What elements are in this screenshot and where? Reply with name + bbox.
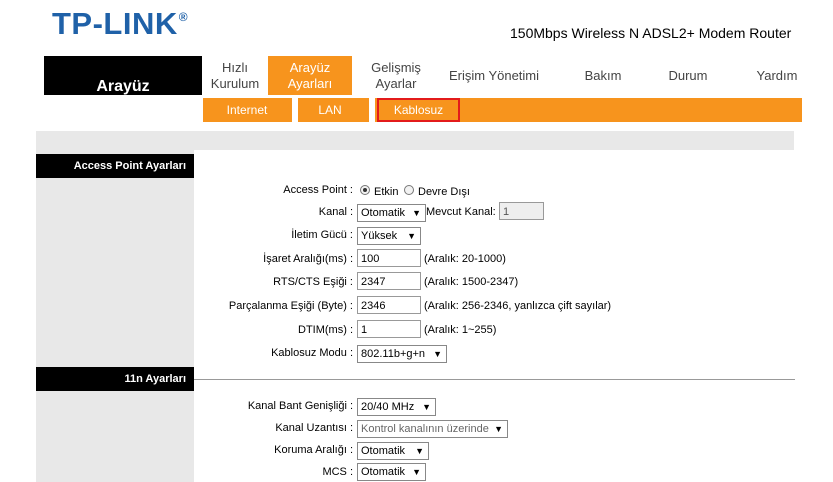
access-point-enable-label: Etkin: [374, 186, 399, 198]
guard-interval-value: Otomatik: [361, 445, 406, 457]
subnav-divider: [292, 98, 298, 122]
tp-link-logo: TP-LINK®: [52, 6, 189, 41]
nav-status[interactable]: Durum: [655, 56, 721, 95]
subnav-divider: [369, 98, 375, 122]
subnav-wireless[interactable]: Kablosuz: [377, 98, 460, 122]
dtim-hint: (Aralık: 1~255): [424, 324, 497, 336]
nav-access-management[interactable]: Erişim Yönetimi: [448, 56, 540, 95]
section-header-11n: 11n Ayarları: [36, 367, 194, 391]
mcs-value: Otomatik: [361, 466, 406, 478]
chevron-down-icon: ▼: [412, 467, 421, 477]
rts-threshold-label: RTS/CTS Eşiği :: [273, 276, 353, 288]
nav-maintenance[interactable]: Bakım: [570, 56, 636, 95]
section-header-access-point: Access Point Ayarları: [36, 154, 194, 178]
guard-interval-select[interactable]: Otomatik ▼: [357, 442, 429, 460]
wireless-mode-select[interactable]: 802.11b+g+n ▼: [357, 345, 447, 363]
mcs-label: MCS :: [322, 466, 353, 478]
wireless-mode-label: Kablosuz Modu :: [271, 347, 353, 359]
tx-power-label: İletim Gücü :: [291, 229, 353, 241]
chevron-down-icon: ▼: [415, 446, 424, 456]
subnav-lan[interactable]: LAN: [300, 98, 360, 122]
subnav-internet[interactable]: Internet: [214, 98, 280, 122]
fragmentation-label: Parçalanma Eşiği (Byte) :: [228, 300, 353, 312]
tx-power-select[interactable]: Yüksek ▼: [357, 227, 421, 245]
channel-extension-label: Kanal Uzantısı :: [275, 422, 353, 434]
chevron-down-icon: ▼: [433, 349, 442, 359]
chevron-down-icon: ▼: [407, 231, 416, 241]
fragmentation-input[interactable]: 2346: [357, 296, 421, 314]
access-point-enable-radio[interactable]: [360, 185, 370, 195]
current-section-panel: Arayüz: [44, 56, 202, 95]
access-point-disable-label: Devre Dışı: [418, 186, 470, 198]
channel-extension-value: Kontrol kanalının üzerinde: [361, 423, 489, 435]
chevron-down-icon: ▼: [422, 402, 431, 412]
nav-help[interactable]: Yardım: [744, 56, 810, 95]
fragmentation-hint: (Aralık: 256-2346, yanlızca çift sayılar…: [424, 300, 612, 312]
rts-threshold-input[interactable]: 2347: [357, 272, 421, 290]
section-divider: [194, 379, 795, 380]
channel-bandwidth-select[interactable]: 20/40 MHz ▼: [357, 398, 436, 416]
beacon-interval-input[interactable]: 100: [357, 249, 421, 267]
section-sidebar: [36, 150, 194, 482]
chevron-down-icon: ▼: [494, 424, 503, 434]
access-point-disable-radio[interactable]: [404, 185, 414, 195]
channel-value: Otomatik: [361, 207, 406, 219]
channel-bandwidth-label: Kanal Bant Genişliği :: [247, 400, 353, 412]
current-channel-label: Mevcut Kanal:: [426, 206, 496, 218]
channel-select[interactable]: Otomatik ▼: [357, 204, 426, 222]
current-section-title: Arayüz: [96, 78, 150, 95]
content-top-bar: [36, 131, 794, 150]
channel-label: Kanal :: [318, 206, 353, 218]
model-name: 150Mbps Wireless N ADSL2+ Modem Router: [510, 25, 792, 41]
access-point-label: Access Point :: [283, 184, 353, 196]
chevron-down-icon: ▼: [412, 208, 421, 218]
current-channel-field: 1: [499, 202, 544, 220]
nav-interface-setup[interactable]: Arayüz Ayarları: [268, 56, 352, 95]
channel-extension-select[interactable]: Kontrol kanalının üzerinde ▼: [357, 420, 508, 438]
beacon-interval-label: İşaret Aralığı(ms) :: [263, 253, 353, 265]
channel-bandwidth-value: 20/40 MHz: [361, 401, 415, 413]
rts-threshold-hint: (Aralık: 1500-2347): [424, 276, 519, 288]
dtim-input[interactable]: 1: [357, 320, 421, 338]
wireless-mode-value: 802.11b+g+n: [361, 348, 426, 360]
nav-advanced-setup[interactable]: Gelişmiş Ayarlar: [352, 56, 440, 95]
guard-interval-label: Koruma Aralığı :: [274, 444, 353, 456]
beacon-interval-hint: (Aralık: 20-1000): [424, 253, 506, 265]
tx-power-value: Yüksek: [361, 230, 398, 242]
nav-quick-setup[interactable]: Hızlı Kurulum: [203, 56, 267, 95]
mcs-select[interactable]: Otomatik ▼: [357, 463, 426, 481]
dtim-label: DTIM(ms) :: [298, 324, 353, 336]
